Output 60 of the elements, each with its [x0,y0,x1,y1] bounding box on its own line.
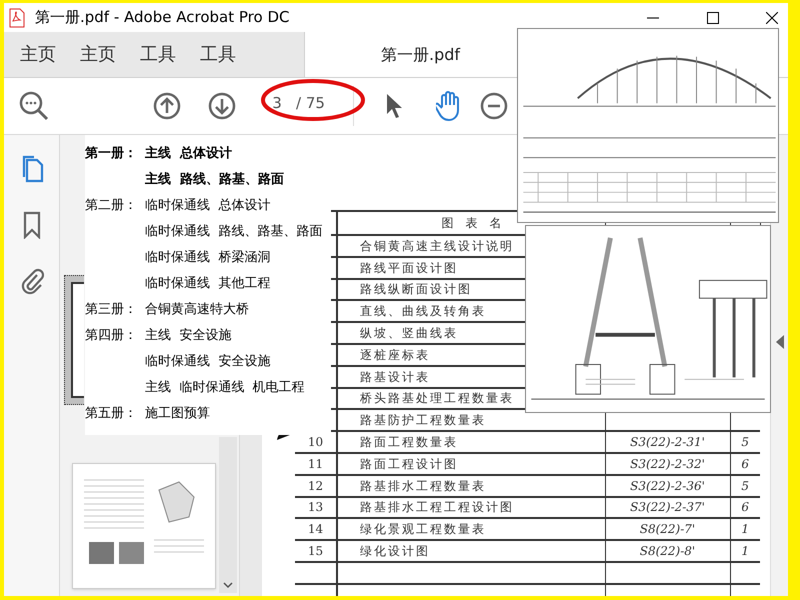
bookmark-icon[interactable] [22,211,40,239]
volume-label: 第四册： [85,327,138,346]
volume-entry: 主线 临时保通线 机电工程 [145,379,305,398]
volume-label: 第二册： [85,197,138,216]
volume-entry: 主线 安全设施 [145,327,232,346]
pdf-file-icon [9,8,25,28]
table-cell: 5 [730,474,760,497]
table-cell: 11 [295,452,337,475]
table-cell: 绿化设计图 [337,540,605,562]
arrow-up-circle-icon[interactable] [153,92,181,120]
table-cell: 路面工程设计图 [337,452,605,475]
table-cell: S3(22)-2-37' [605,496,730,518]
volume-label: 第一册： [85,145,138,164]
volume-entry: 临时保通线 其他工程 [145,275,270,294]
close-icon[interactable] [766,12,778,24]
scrollbar[interactable] [219,437,237,593]
table-cell: 6 [730,452,760,475]
volume-entry: 主线 路线、路基、路面 [145,170,284,190]
tab[interactable]: 主页 [76,32,120,77]
chevron-down-icon[interactable] [223,582,233,589]
table-cell: 1 [730,540,760,562]
volume-entry: 施工图预算 [145,405,210,424]
table-cell: S3(22)-2-36' [605,474,730,497]
table-cell: S3(22)-2-32' [605,452,730,475]
zoom-out-icon[interactable] [480,92,508,120]
table-cell: 14 [295,518,337,540]
page-thumbnail[interactable] [64,275,84,405]
table-cell: 5 [730,431,760,453]
tab[interactable]: 主页 [16,32,60,77]
page-count: / 75 [296,92,325,114]
collapse-arrow-icon[interactable] [776,335,784,349]
paperclip-icon[interactable] [20,267,44,295]
table-cell: 12 [295,474,337,497]
table-cell: 13 [295,496,337,518]
arrow-down-circle-icon[interactable] [208,92,236,120]
table-cell: 6 [730,496,760,518]
table-cell: 路面工程数量表 [337,431,605,453]
search-icon[interactable] [19,91,49,121]
maximize-icon[interactable] [707,12,719,24]
volume-entry: 临时保通线 总体设计 [145,197,270,216]
table-cell: 1 [730,518,760,540]
table-cell: S8(22)-8' [605,540,730,562]
volume-label: 第三册： [85,301,138,320]
window-title: 第一册.pdf - Adobe Acrobat Pro DC [35,7,290,28]
volume-entry: 主线 总体设计 [145,144,232,164]
hand-icon[interactable] [436,91,462,121]
table-cell: 绿化景观工程数量表 [337,518,605,540]
table-cell: S8(22)-7' [605,518,730,540]
table-cell: 路基排水工程工程设计图 [337,496,605,518]
volume-entry: 合铜黄高速特大桥 [145,301,249,320]
volume-label: 第五册： [85,405,138,424]
table-cell: 路基排水工程数量表 [337,474,605,497]
volume-entry: 临时保通线 桥梁涵洞 [145,249,270,268]
table-cell: S3(22)-2-31' [605,431,730,453]
table-cell: 15 [295,540,337,562]
tab[interactable]: 工具 [136,32,180,77]
tab[interactable]: 工具 [196,32,240,77]
volume-entry: 临时保通线 安全设施 [145,353,270,372]
page-number-field[interactable]: 3 [262,92,292,114]
volume-entry: 临时保通线 路线、路基、路面 [145,223,322,242]
